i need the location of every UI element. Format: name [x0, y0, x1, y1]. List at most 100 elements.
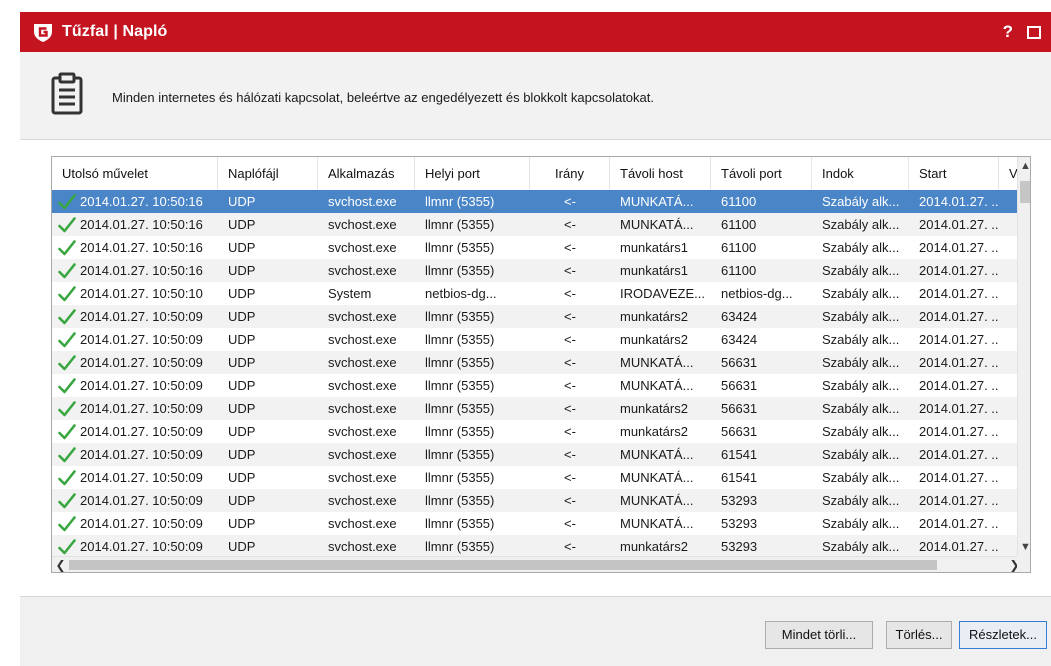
horizontal-scroll-thumb[interactable] [69, 560, 937, 570]
timestamp: 2014.01.27. 10:50:09 [80, 447, 203, 462]
column-header-last-action[interactable]: Utolsó művelet [52, 157, 218, 190]
cell-local-port: llmnr (5355) [425, 539, 495, 554]
check-icon [58, 400, 76, 416]
cell-reason: Szabály alk... [822, 424, 900, 439]
cell-start: 2014.01.27. ... [919, 194, 999, 209]
cell-application: svchost.exe [328, 539, 397, 554]
cell-logfile: UDP [228, 516, 256, 531]
cell-direction: <- [564, 309, 576, 324]
check-icon [58, 423, 76, 439]
cell-reason: Szabály alk... [822, 378, 900, 393]
cell-local-port: netbios-dg... [425, 286, 497, 301]
cell-remote-host: MUNKATÁ... [620, 447, 694, 462]
cell-start: 2014.01.27. ... [919, 332, 999, 347]
cell-start: 2014.01.27. ... [919, 309, 999, 324]
timestamp: 2014.01.27. 10:50:16 [80, 217, 203, 232]
clear-all-button[interactable]: Mindet törli... [765, 621, 873, 649]
cell-last-action: 2014.01.27. 10:50:16 [52, 236, 218, 259]
column-header-application[interactable]: Alkalmazás [318, 157, 415, 190]
cell-last-action: 2014.01.27. 10:50:09 [52, 535, 218, 558]
help-button[interactable]: ? [1003, 22, 1013, 42]
cell-reason: Szabály alk... [822, 332, 900, 347]
check-icon [58, 239, 76, 255]
vertical-scrollbar[interactable]: ▲ ▼ [1017, 157, 1030, 556]
scroll-left-icon[interactable]: ❮ [52, 557, 69, 572]
column-header-local-port[interactable]: Helyi port [415, 157, 530, 190]
cell-reason: Szabály alk... [822, 263, 900, 278]
cell-remote-host: munkatárs2 [620, 309, 688, 324]
maximize-icon[interactable] [1027, 25, 1041, 39]
page-header: Minden internetes és hálózati kapcsolat,… [20, 52, 1051, 140]
cell-application: svchost.exe [328, 493, 397, 508]
table-row[interactable]: 2014.01.27. 10:50:09 UDP svchost.exe llmnr … [52, 489, 1030, 512]
horizontal-scrollbar[interactable]: ❮ ❯ [52, 556, 1020, 572]
cell-last-action: 2014.01.27. 10:50:09 [52, 397, 218, 420]
table-row[interactable]: 2014.01.27. 10:50:09 UDP svchost.exe llmnr … [52, 443, 1030, 466]
table-row[interactable]: 2014.01.27. 10:50:09 UDP svchost.exe llmnr … [52, 466, 1030, 489]
column-header-remote-host[interactable]: Távoli host [610, 157, 711, 190]
cell-remote-port: 53293 [721, 539, 758, 554]
check-icon [58, 469, 76, 485]
scroll-down-icon[interactable]: ▼ [1018, 538, 1030, 556]
column-header-start[interactable]: Start [909, 157, 999, 190]
scroll-up-icon[interactable]: ▲ [1018, 157, 1030, 175]
vertical-scroll-thumb[interactable] [1020, 181, 1030, 203]
table-row[interactable]: 2014.01.27. 10:50:09 UDP svchost.exe llmnr … [52, 420, 1030, 443]
cell-remote-host: MUNKATÁ... [620, 194, 694, 209]
cell-local-port: llmnr (5355) [425, 240, 495, 255]
table-row[interactable]: 2014.01.27. 10:50:09 UDP svchost.exe llmnr … [52, 397, 1030, 420]
cell-reason: Szabály alk... [822, 493, 900, 508]
cell-direction: <- [564, 217, 576, 232]
cell-logfile: UDP [228, 378, 256, 393]
cell-direction: <- [564, 286, 576, 301]
cell-local-port: llmnr (5355) [425, 194, 495, 209]
cell-logfile: UDP [228, 309, 256, 324]
cell-local-port: llmnr (5355) [425, 516, 495, 531]
log-table[interactable]: Utolsó művelet Naplófájl Alkalmazás Hely… [51, 156, 1031, 573]
table-row[interactable]: 2014.01.27. 10:50:09 UDP svchost.exe llmnr … [52, 351, 1030, 374]
table-row[interactable]: 2014.01.27. 10:50:16 UDP svchost.exe llmnr … [52, 259, 1030, 282]
cell-direction: <- [564, 516, 576, 531]
cell-application: svchost.exe [328, 332, 397, 347]
cell-direction: <- [564, 240, 576, 255]
cell-direction: <- [564, 401, 576, 416]
table-row[interactable]: 2014.01.27. 10:50:09 UDP svchost.exe llmnr … [52, 328, 1030, 351]
cell-local-port: llmnr (5355) [425, 424, 495, 439]
cell-local-port: llmnr (5355) [425, 217, 495, 232]
delete-button[interactable]: Törlés... [886, 621, 952, 649]
cell-reason: Szabály alk... [822, 539, 900, 554]
cell-logfile: UDP [228, 217, 256, 232]
check-icon [58, 308, 76, 324]
table-row[interactable]: 2014.01.27. 10:50:10 UDP System netbios-dg.… [52, 282, 1030, 305]
table-row[interactable]: 2014.01.27. 10:50:09 UDP svchost.exe llmnr … [52, 535, 1030, 558]
cell-last-action: 2014.01.27. 10:50:09 [52, 466, 218, 489]
cell-last-action: 2014.01.27. 10:50:09 [52, 328, 218, 351]
column-header-logfile[interactable]: Naplófájl [218, 157, 318, 190]
column-header-direction[interactable]: Irány [530, 157, 610, 190]
table-row[interactable]: 2014.01.27. 10:50:09 UDP svchost.exe llmnr … [52, 305, 1030, 328]
cell-local-port: llmnr (5355) [425, 447, 495, 462]
cell-remote-host: MUNKATÁ... [620, 378, 694, 393]
timestamp: 2014.01.27. 10:50:09 [80, 424, 203, 439]
clipboard-icon [51, 72, 83, 115]
cell-last-action: 2014.01.27. 10:50:09 [52, 489, 218, 512]
cell-remote-port: 61541 [721, 447, 758, 462]
cell-application: svchost.exe [328, 378, 397, 393]
table-row[interactable]: 2014.01.27. 10:50:16 UDP svchost.exe llmnr … [52, 190, 1030, 213]
cell-remote-port: 61100 [721, 217, 757, 232]
timestamp: 2014.01.27. 10:50:16 [80, 240, 203, 255]
table-row[interactable]: 2014.01.27. 10:50:09 UDP svchost.exe llmnr … [52, 512, 1030, 535]
column-header-remote-port[interactable]: Távoli port [711, 157, 812, 190]
table-row[interactable]: 2014.01.27. 10:50:09 UDP svchost.exe llmnr … [52, 374, 1030, 397]
cell-application: svchost.exe [328, 309, 397, 324]
table-row[interactable]: 2014.01.27. 10:50:16 UDP svchost.exe llmnr … [52, 213, 1030, 236]
table-body: 2014.01.27. 10:50:16 UDP svchost.exe llmnr … [52, 190, 1030, 558]
cell-local-port: llmnr (5355) [425, 470, 495, 485]
column-header-reason[interactable]: Indok [812, 157, 909, 190]
cell-logfile: UDP [228, 286, 256, 301]
cell-reason: Szabály alk... [822, 286, 900, 301]
details-button[interactable]: Részletek... [959, 621, 1047, 649]
table-row[interactable]: 2014.01.27. 10:50:16 UDP svchost.exe llmnr … [52, 236, 1030, 259]
cell-reason: Szabály alk... [822, 240, 900, 255]
cell-remote-host: MUNKATÁ... [620, 493, 694, 508]
